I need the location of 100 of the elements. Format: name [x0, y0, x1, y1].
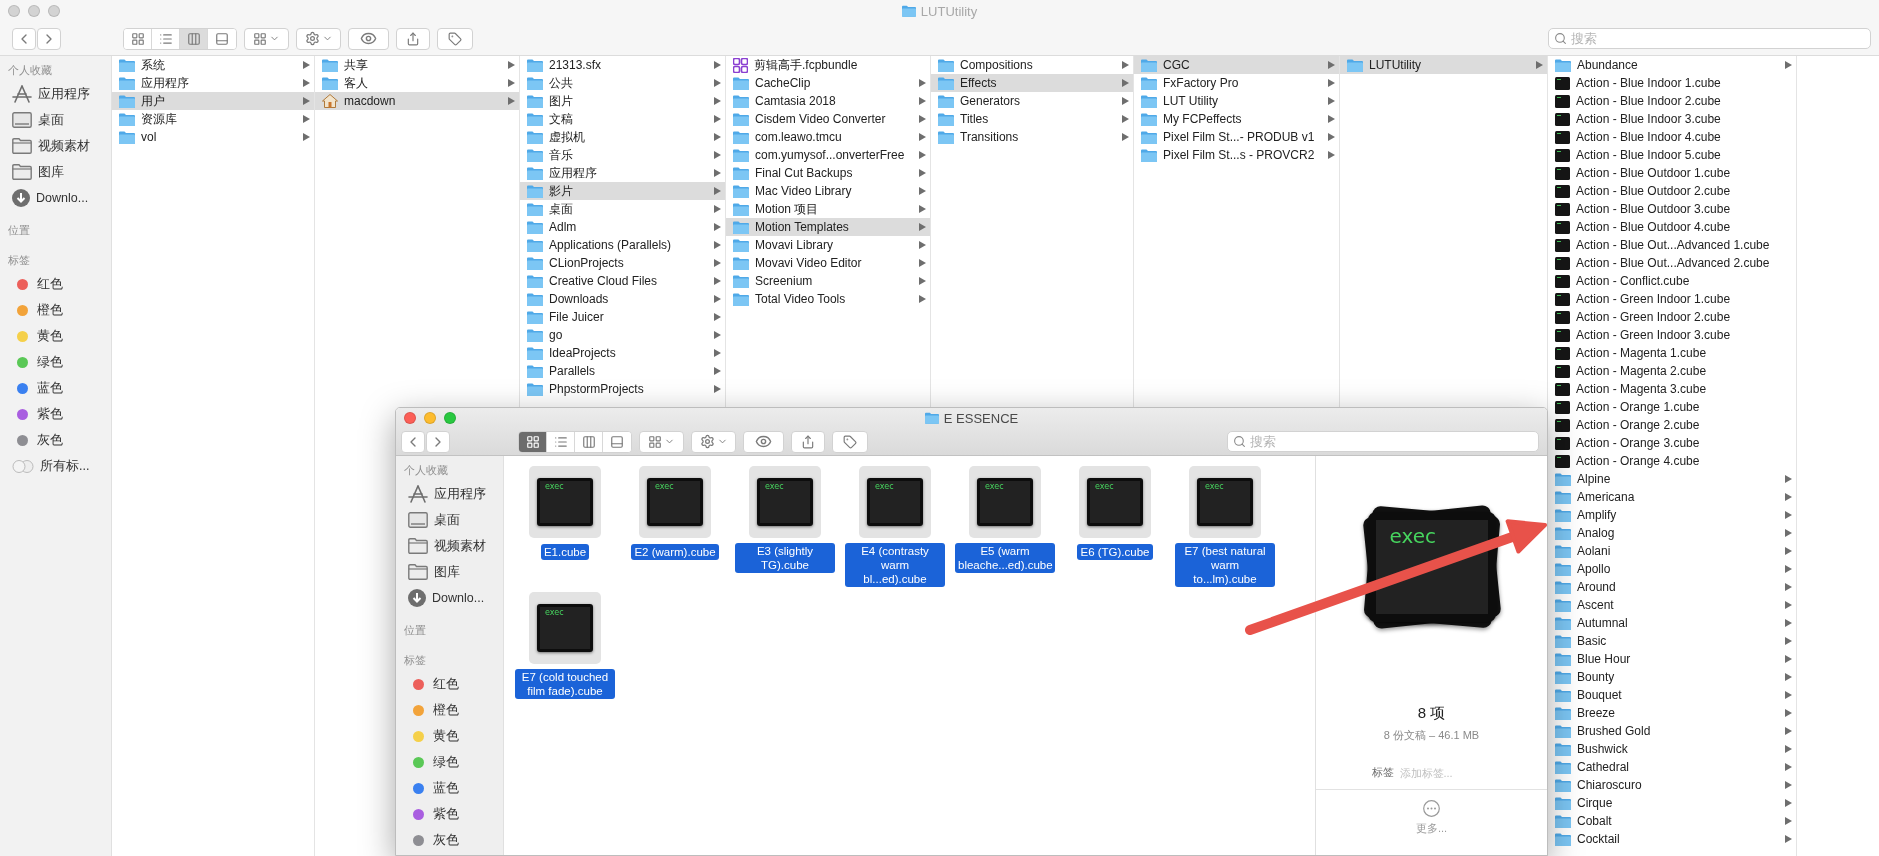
forward-button[interactable]	[426, 430, 450, 453]
column-item[interactable]: go	[520, 326, 725, 344]
close-button[interactable]	[8, 5, 20, 17]
column-item[interactable]: Action - Blue Outdoor 2.cube	[1548, 182, 1796, 200]
column-item[interactable]: 图片	[520, 92, 725, 110]
file-name[interactable]: E2 (warm).cube	[631, 544, 719, 560]
column-item[interactable]: Bounty	[1548, 668, 1796, 686]
file-name[interactable]: E1.cube	[540, 544, 590, 560]
column-item[interactable]: Action - Blue Indoor 5.cube	[1548, 146, 1796, 164]
view-mode-button[interactable]	[519, 431, 547, 452]
column-item[interactable]: Action - Blue Outdoor 3.cube	[1548, 200, 1796, 218]
column-item[interactable]: Cocktail	[1548, 830, 1796, 848]
sidebar-item[interactable]: 红色	[404, 671, 503, 697]
file-name[interactable]: E4 (contrasty warm bl...ed).cube	[845, 543, 945, 587]
search-field[interactable]: 搜索	[1548, 28, 1871, 49]
column-item[interactable]: Action - Orange 4.cube	[1548, 452, 1796, 470]
column-item[interactable]: Downloads	[520, 290, 725, 308]
sidebar-item[interactable]: 橙色	[8, 297, 111, 323]
column-item[interactable]: 文稿	[520, 110, 725, 128]
quick-look-button[interactable]	[348, 27, 389, 50]
column-item[interactable]: 影片	[520, 182, 725, 200]
column-item[interactable]: LUTUtility	[1340, 56, 1547, 74]
column-item[interactable]: Action - Orange 1.cube	[1548, 398, 1796, 416]
file-thumbnail[interactable]: exec	[749, 466, 821, 538]
column-item[interactable]: Screenium	[726, 272, 930, 290]
column-item[interactable]: Movavi Library	[726, 236, 930, 254]
column-item[interactable]: Action - Blue Indoor 1.cube	[1548, 74, 1796, 92]
zoom-button[interactable]	[48, 5, 60, 17]
sidebar-item[interactable]: 紫色	[8, 401, 111, 427]
back-button[interactable]	[12, 27, 36, 50]
column-item[interactable]: Action - Blue Indoor 2.cube	[1548, 92, 1796, 110]
view-mode-button[interactable]	[124, 28, 152, 49]
view-mode-button[interactable]	[180, 28, 208, 49]
minimize-button[interactable]	[424, 412, 436, 424]
column-item[interactable]: Bouquet	[1548, 686, 1796, 704]
column-item[interactable]: Aolani	[1548, 542, 1796, 560]
column-item[interactable]: Basic	[1548, 632, 1796, 650]
close-button[interactable]	[404, 412, 416, 424]
column-item[interactable]: Action - Magenta 2.cube	[1548, 362, 1796, 380]
column-item[interactable]: Autumnal	[1548, 614, 1796, 632]
sidebar-item[interactable]: 视频素材	[404, 533, 503, 559]
search-field[interactable]: 搜索	[1227, 431, 1539, 452]
column-item[interactable]: Final Cut Backups	[726, 164, 930, 182]
column-item[interactable]: 应用程序	[112, 74, 314, 92]
column-item[interactable]: Action - Blue Out...Advanced 2.cube	[1548, 254, 1796, 272]
sidebar-item[interactable]: Downlo...	[404, 585, 503, 611]
sidebar-item[interactable]: 所有标...	[8, 453, 111, 479]
file-name[interactable]: E7 (cold touched film fade).cube	[515, 669, 615, 699]
column-item[interactable]: PhpstormProjects	[520, 380, 725, 398]
column-item[interactable]: CacheClip	[726, 74, 930, 92]
column-item[interactable]: Camtasia 2018	[726, 92, 930, 110]
column-item[interactable]: Action - Blue Indoor 3.cube	[1548, 110, 1796, 128]
back-button[interactable]	[401, 430, 425, 453]
column-item[interactable]: 系统	[112, 56, 314, 74]
column-item[interactable]: Movavi Video Editor	[726, 254, 930, 272]
column-item[interactable]: Pixel Film St...- PRODUB v1	[1134, 128, 1339, 146]
column-item[interactable]: CLionProjects	[520, 254, 725, 272]
column-item[interactable]: My FCPeffects	[1134, 110, 1339, 128]
column-item[interactable]: 客人	[315, 74, 519, 92]
file-name[interactable]: E3 (slightly TG).cube	[735, 543, 835, 573]
action-button[interactable]	[296, 27, 341, 50]
column-item[interactable]: Action - Green Indoor 1.cube	[1548, 290, 1796, 308]
file-thumbnail[interactable]: exec	[529, 592, 601, 664]
group-by-button[interactable]	[639, 430, 684, 453]
forward-button[interactable]	[37, 27, 61, 50]
column-item[interactable]: Cisdem Video Converter	[726, 110, 930, 128]
sidebar-item[interactable]: 橙色	[404, 697, 503, 723]
action-button[interactable]	[691, 430, 736, 453]
tags-button[interactable]	[832, 430, 868, 453]
column-item[interactable]: Alpine	[1548, 470, 1796, 488]
file-thumbnail[interactable]: exec	[859, 466, 931, 538]
column-item[interactable]: Mac Video Library	[726, 182, 930, 200]
zoom-button[interactable]	[444, 412, 456, 424]
file-thumbnail[interactable]: exec	[969, 466, 1041, 538]
column-item[interactable]: File Juicer	[520, 308, 725, 326]
column-item[interactable]: Creative Cloud Files	[520, 272, 725, 290]
column-item[interactable]: Adlm	[520, 218, 725, 236]
column-item[interactable]: Around	[1548, 578, 1796, 596]
column-item[interactable]: Effects	[931, 74, 1133, 92]
sidebar-item[interactable]: 蓝色	[404, 775, 503, 801]
file-name[interactable]: E6 (TG).cube	[1077, 544, 1153, 560]
sidebar-item[interactable]: 绿色	[8, 349, 111, 375]
column-item[interactable]: Total Video Tools	[726, 290, 930, 308]
column-item[interactable]: 剪辑高手.fcpbundle	[726, 56, 930, 74]
minimize-button[interactable]	[28, 5, 40, 17]
column-item[interactable]: Action - Blue Outdoor 4.cube	[1548, 218, 1796, 236]
file-thumbnail[interactable]: exec	[639, 466, 711, 538]
column-item[interactable]: com.leawo.tmcu	[726, 128, 930, 146]
column-item[interactable]: Parallels	[520, 362, 725, 380]
column-item[interactable]: Action - Magenta 1.cube	[1548, 344, 1796, 362]
column-item[interactable]: Abundance	[1548, 56, 1796, 74]
column-item[interactable]: Action - Blue Out...Advanced 1.cube	[1548, 236, 1796, 254]
column-item[interactable]: 21313.sfx	[520, 56, 725, 74]
column-item[interactable]: Brushed Gold	[1548, 722, 1796, 740]
column-item[interactable]: Action - Magenta 3.cube	[1548, 380, 1796, 398]
column-item[interactable]: Motion Templates	[726, 218, 930, 236]
column-item[interactable]: 音乐	[520, 146, 725, 164]
column-item[interactable]: Action - Conflict.cube	[1548, 272, 1796, 290]
column-item[interactable]: 应用程序	[520, 164, 725, 182]
column-item[interactable]: 资源库	[112, 110, 314, 128]
